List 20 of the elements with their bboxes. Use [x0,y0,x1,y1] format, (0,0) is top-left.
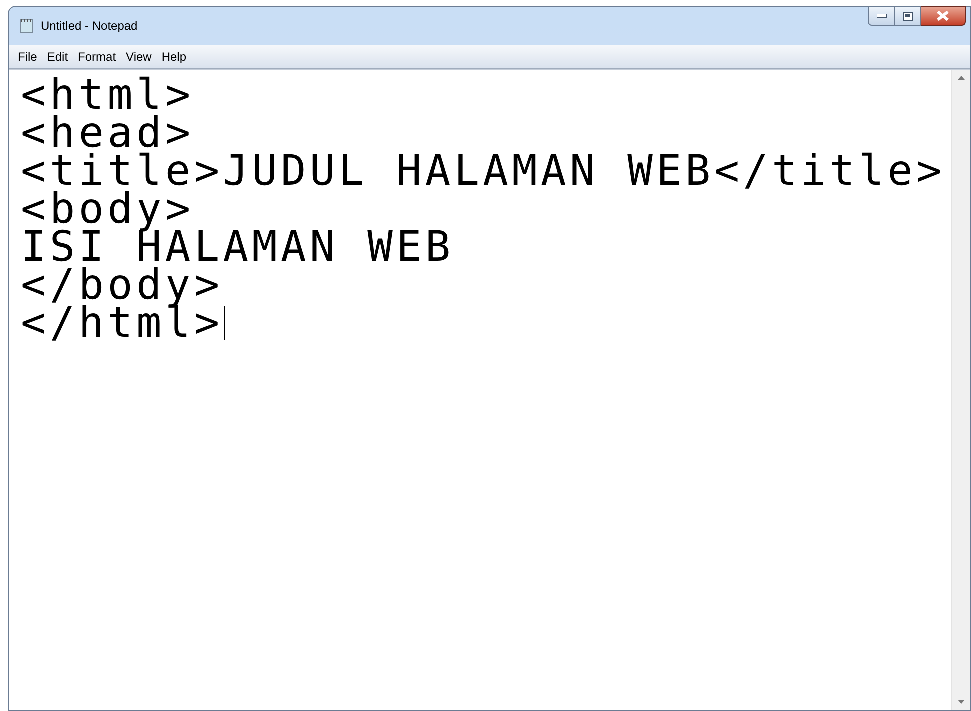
menu-item[interactable]: File [13,48,42,66]
minimize-button[interactable] [868,6,895,26]
scroll-down-arrow-icon[interactable] [958,700,964,704]
close-icon [937,11,949,21]
maximize-icon [902,12,912,20]
vertical-scrollbar[interactable] [951,70,970,710]
text-cursor [224,306,226,340]
scroll-up-arrow-icon[interactable] [958,76,964,80]
window-title: Untitled - Notepad [41,18,138,35]
maximize-button[interactable] [895,6,921,26]
code-line: <html> [21,76,194,114]
menu-item[interactable]: Format [73,48,122,66]
minimize-icon [876,14,886,18]
code-line: <title>JUDUL HALAMAN WEB</title> [21,152,946,190]
close-button[interactable] [921,6,966,26]
code-line: <head> [21,114,194,152]
menu-item[interactable]: Help [156,48,192,66]
notepad-icon [19,18,35,34]
menu-item[interactable]: Edit [42,48,74,66]
menu-item[interactable]: View [121,48,157,66]
